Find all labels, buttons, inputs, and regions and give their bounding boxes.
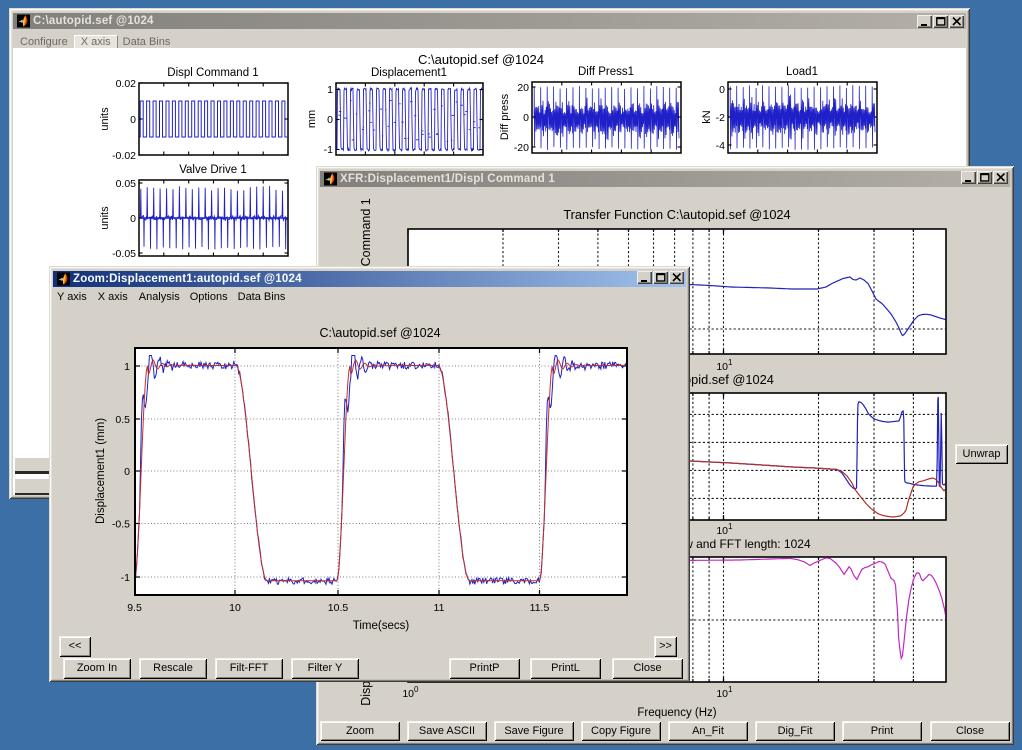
svg-text:C:\autopid.sef @1024: C:\autopid.sef @1024 bbox=[418, 52, 544, 67]
svg-text:0: 0 bbox=[130, 114, 136, 126]
svg-text:-20: -20 bbox=[514, 142, 529, 154]
svg-text:Load1: Load1 bbox=[786, 66, 818, 78]
svg-text:11.5: 11.5 bbox=[530, 602, 550, 614]
svg-text:kN: kN bbox=[701, 110, 713, 124]
svg-text:1: 1 bbox=[327, 84, 333, 96]
svg-text:units: units bbox=[99, 107, 111, 131]
svg-text:Diff Press1: Diff Press1 bbox=[578, 66, 634, 78]
svg-text:20: 20 bbox=[517, 82, 529, 94]
svg-text:0.05: 0.05 bbox=[116, 178, 137, 190]
svg-text:0: 0 bbox=[523, 112, 529, 124]
svg-text:Time(secs): Time(secs) bbox=[353, 620, 410, 632]
svg-text:0: 0 bbox=[414, 685, 419, 694]
svg-text:1: 1 bbox=[728, 358, 733, 367]
svg-text:Frequency (Hz): Frequency (Hz) bbox=[637, 707, 716, 719]
svg-text:10: 10 bbox=[229, 602, 241, 614]
svg-text:C:\autopid.sef @1024: C:\autopid.sef @1024 bbox=[319, 326, 440, 340]
svg-text:10: 10 bbox=[402, 688, 414, 700]
svg-text:Displacement1: Displacement1 bbox=[371, 67, 447, 79]
svg-text:-4: -4 bbox=[716, 140, 725, 152]
svg-text:11: 11 bbox=[434, 602, 445, 614]
svg-text:0.02: 0.02 bbox=[116, 78, 137, 90]
svg-text:Displ Command 1: Displ Command 1 bbox=[167, 67, 258, 79]
svg-text:-0.05: -0.05 bbox=[112, 248, 136, 260]
svg-text:0: 0 bbox=[124, 466, 130, 478]
svg-text:Valve Drive 1: Valve Drive 1 bbox=[179, 164, 247, 176]
svg-text:0: 0 bbox=[130, 213, 136, 225]
svg-text:10.5: 10.5 bbox=[328, 602, 349, 614]
svg-text:9.5: 9.5 bbox=[127, 602, 142, 614]
svg-text:1: 1 bbox=[728, 685, 733, 694]
svg-text:-1: -1 bbox=[324, 144, 333, 156]
svg-text:10: 10 bbox=[716, 525, 728, 537]
svg-text:units: units bbox=[99, 206, 111, 230]
svg-text:-0.5: -0.5 bbox=[112, 519, 130, 531]
svg-text:1: 1 bbox=[728, 522, 733, 531]
svg-text:10: 10 bbox=[716, 688, 728, 700]
svg-text:Diff press: Diff press bbox=[499, 93, 511, 140]
svg-text:mm: mm bbox=[306, 110, 318, 128]
svg-text:-1: -1 bbox=[121, 572, 130, 584]
svg-text:Transfer Function C:\autopid.s: Transfer Function C:\autopid.sef @1024 bbox=[563, 207, 790, 222]
svg-text:-0.02: -0.02 bbox=[112, 150, 136, 162]
svg-text:Displacement1 (mm): Displacement1 (mm) bbox=[95, 418, 107, 524]
svg-text:0.5: 0.5 bbox=[115, 414, 130, 426]
svg-text:0: 0 bbox=[719, 84, 725, 96]
svg-text:1: 1 bbox=[124, 361, 130, 373]
svg-text:-2: -2 bbox=[716, 112, 725, 124]
svg-text:0: 0 bbox=[327, 114, 333, 126]
